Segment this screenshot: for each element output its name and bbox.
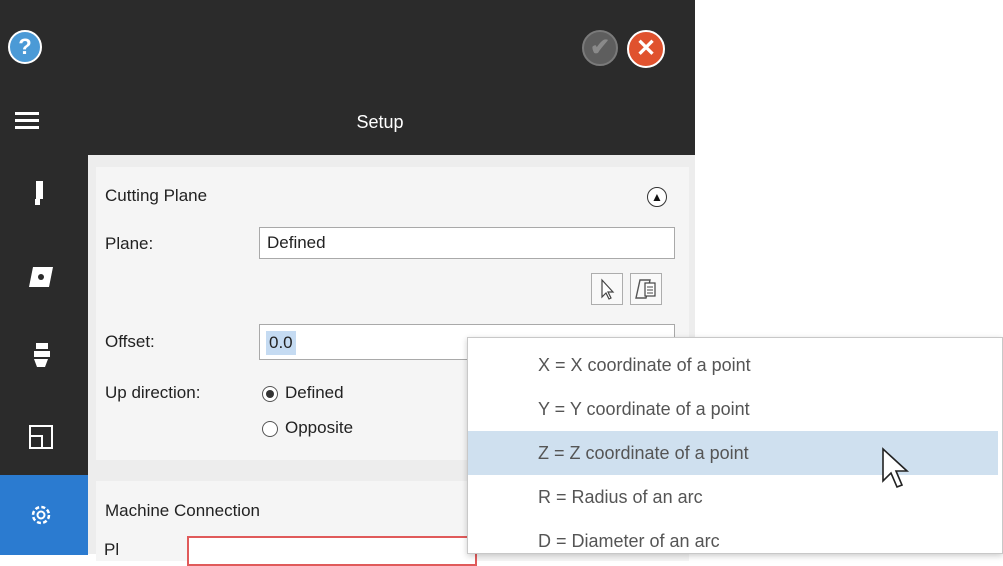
up-defined-label: Defined: [285, 383, 344, 402]
machine-connection-title: Machine Connection: [105, 501, 260, 520]
pick-button[interactable]: [591, 273, 623, 305]
coordinate-dropdown: X = X coordinate of a point Y = Y coordi…: [467, 337, 1003, 554]
sidebar: [0, 155, 88, 555]
tool-icon: [35, 181, 43, 205]
sidebar-item-holder[interactable]: [0, 315, 88, 395]
dropdown-item-d[interactable]: D = Diameter of an arc: [468, 519, 998, 563]
collapse-chevron-icon[interactable]: ▲: [647, 187, 667, 207]
help-icon[interactable]: ?: [8, 30, 42, 64]
insert-icon: [29, 267, 53, 287]
dropdown-item-r[interactable]: R = Radius of an arc: [468, 475, 998, 519]
holder-icon: [34, 343, 50, 367]
edit-table-button[interactable]: [630, 273, 662, 305]
top-bar: ? ✔ ✕: [0, 0, 695, 96]
up-direction-label: Up direction:: [105, 383, 201, 402]
ok-check-icon[interactable]: ✔: [582, 30, 618, 66]
sidebar-item-settings[interactable]: [0, 475, 88, 555]
arrow-cursor-icon: [601, 278, 615, 300]
dropdown-item-y[interactable]: Y = Y coordinate of a point: [468, 387, 998, 431]
offset-value: 0.0: [266, 331, 296, 355]
up-defined-radio[interactable]: [262, 386, 278, 402]
layout-icon: [29, 425, 53, 449]
sidebar-item-insert[interactable]: [0, 235, 88, 315]
partial-plane-label: Pl: [104, 540, 120, 559]
offset-label: Offset:: [105, 332, 155, 351]
dropdown-item-x[interactable]: X = X coordinate of a point: [468, 343, 998, 387]
plane-label: Plane:: [105, 234, 154, 253]
page-title: Setup: [356, 112, 404, 132]
up-opposite-radio[interactable]: [262, 421, 278, 437]
cancel-close-icon[interactable]: ✕: [627, 30, 665, 68]
mouse-cursor-icon: [882, 447, 910, 489]
sidebar-item-layout[interactable]: [0, 395, 88, 475]
sidebar-item-tool[interactable]: [0, 155, 88, 235]
up-opposite-label: Opposite: [285, 418, 354, 437]
dropdown-item-z[interactable]: Z = Z coordinate of a point: [468, 431, 998, 475]
plane-field[interactable]: Defined: [259, 227, 675, 259]
edit-table-icon: [635, 279, 656, 299]
machine-plane-field[interactable]: [187, 536, 477, 566]
cutting-plane-title: Cutting Plane: [105, 186, 208, 205]
gear-icon: [31, 505, 51, 525]
